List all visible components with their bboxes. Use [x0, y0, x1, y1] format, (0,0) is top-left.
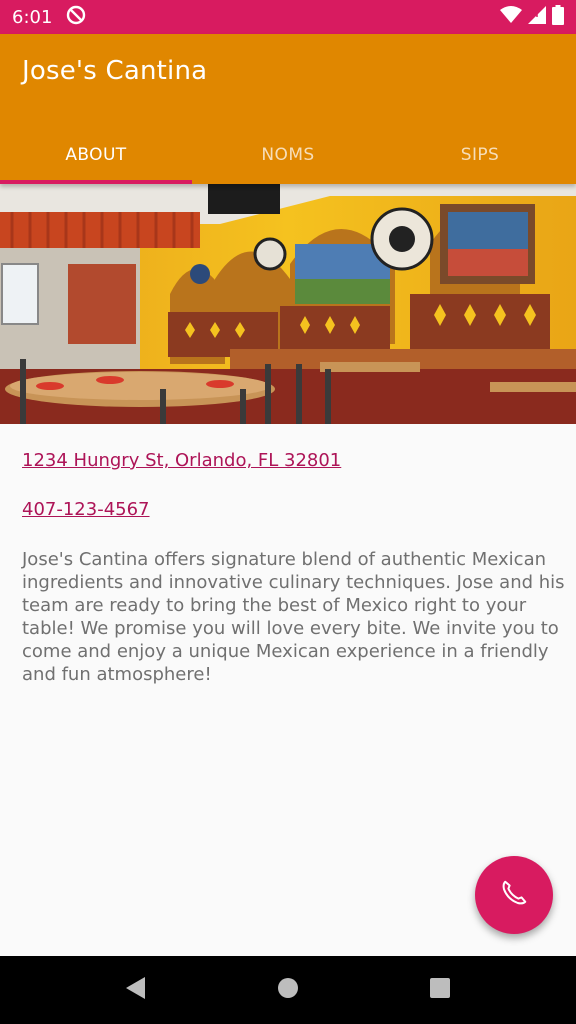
- tab-bar: ABOUT NOMS SIPS: [0, 126, 576, 184]
- tab-noms[interactable]: NOMS: [192, 126, 384, 184]
- tab-about[interactable]: ABOUT: [0, 126, 192, 184]
- address-link[interactable]: 1234 Hungry St, Orlando, FL 32801: [22, 450, 341, 471]
- status-time: 6:01: [12, 6, 53, 28]
- tab-sips[interactable]: SIPS: [384, 126, 576, 184]
- back-icon: [125, 976, 147, 1004]
- recents-button[interactable]: [420, 970, 460, 1010]
- phone-icon: [499, 878, 529, 912]
- status-bar: 6:01: [0, 0, 576, 34]
- page-title: Jose's Cantina: [22, 56, 208, 86]
- restaurant-hero-image: [0, 184, 576, 424]
- call-button[interactable]: [475, 856, 553, 934]
- recents-icon: [429, 977, 451, 1003]
- home-button[interactable]: [268, 970, 308, 1010]
- description-text: Jose's Cantina offers signature blend of…: [22, 549, 565, 685]
- phone-link[interactable]: 407-123-4567: [22, 499, 150, 520]
- home-icon: [277, 977, 299, 1003]
- back-button[interactable]: [116, 970, 156, 1010]
- battery-icon: [552, 5, 564, 29]
- cell-signal-icon: [528, 6, 546, 28]
- wifi-icon: [500, 6, 522, 28]
- do-not-disturb-icon: [66, 5, 86, 29]
- app-bar: Jose's Cantina ABOUT NOMS SIPS: [0, 34, 576, 184]
- system-nav-bar: [0, 956, 576, 1024]
